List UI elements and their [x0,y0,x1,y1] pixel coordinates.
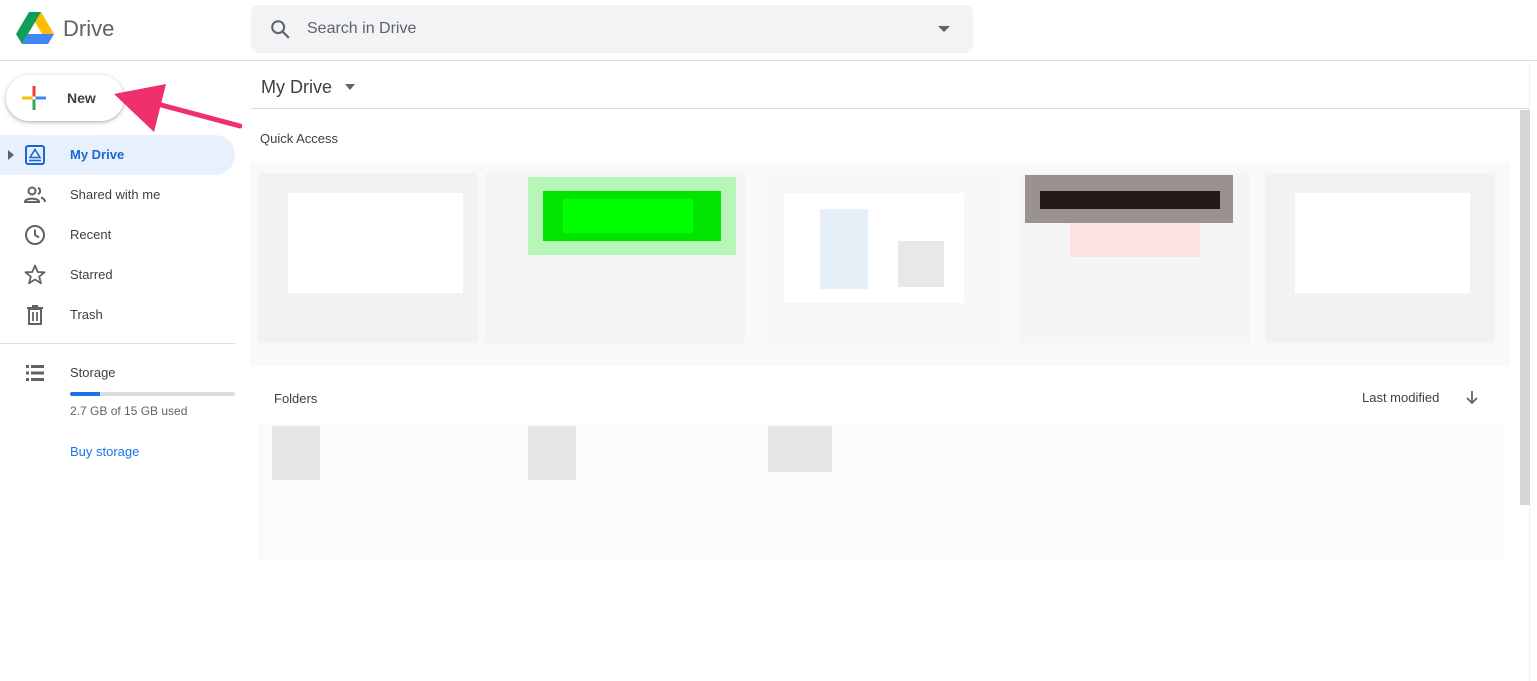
search-bar[interactable] [251,5,973,53]
thumbnail-blur [898,241,944,287]
sidebar-item-recent[interactable]: Recent [0,215,235,255]
my-drive-icon [25,145,45,165]
trash-icon [27,305,43,325]
page-title[interactable]: My Drive [261,77,332,98]
star-icon [24,264,46,285]
thumbnail-blur [1070,223,1200,257]
arrow-down-icon[interactable] [1463,388,1481,406]
sidebar-item-label: Recent [70,227,112,242]
quick-access-card[interactable] [485,173,745,343]
shared-with-me-icon [23,186,46,203]
sidebar-item-label: Starred [70,267,113,282]
folder-item[interactable] [768,426,832,472]
quick-access-card[interactable] [258,173,478,343]
thumbnail-blur [288,193,463,293]
quick-access-card[interactable] [1265,173,1495,343]
scrollbar-track[interactable] [1529,62,1537,681]
sidebar-item-label: Shared with me [70,187,161,202]
scrollbar-thumb[interactable] [1520,110,1530,505]
app-name[interactable]: Drive [63,16,114,42]
buy-storage-link[interactable]: Buy storage [70,444,139,459]
storage-usage-fill [70,392,100,396]
storage-icon [26,365,44,381]
thumbnail-blur [563,199,693,233]
search-input[interactable] [307,18,907,40]
search-options-caret-icon[interactable] [933,19,955,39]
top-bar: Drive [0,0,1537,61]
folders-grid [258,424,1503,560]
sidebar-item-label: Trash [70,307,103,322]
expand-arrow-icon[interactable] [7,149,15,161]
sidebar-item-shared-with-me[interactable]: Shared with me [0,175,235,215]
drive-logo-icon[interactable] [16,12,54,46]
thumbnail-blur [1040,191,1220,209]
quick-access-card[interactable] [1020,173,1250,343]
sidebar-divider [0,343,235,344]
thumbnail-blur [820,209,868,289]
storage-label: Storage [70,365,116,380]
folder-item[interactable] [528,426,576,480]
sidebar-item-starred[interactable]: Starred [0,255,235,295]
storage-usage-text: 2.7 GB of 15 GB used [70,404,188,418]
sidebar-item-label: My Drive [70,147,125,162]
new-button[interactable]: New [6,75,124,121]
folders-heading: Folders [274,391,318,406]
quick-access-heading: Quick Access [260,131,339,146]
main-divider [251,108,1537,109]
folder-item[interactable] [272,426,320,480]
new-button-label: New [67,90,96,106]
annotation-arrow [114,84,242,132]
quick-access-card[interactable] [770,173,1000,343]
clock-icon [25,225,45,245]
breadcrumb[interactable]: My Drive [261,75,356,99]
plus-icon [22,86,46,110]
thumbnail-blur [1295,193,1470,293]
storage-usage-bar [70,392,235,396]
quick-access-strip [250,163,1510,366]
sidebar-item-trash[interactable]: Trash [0,295,235,335]
sidebar-nav: My Drive Shared with me Recent Starred T… [0,135,235,335]
search-icon[interactable] [269,18,291,40]
sidebar-item-my-drive[interactable]: My Drive [0,135,235,175]
sort-by-button[interactable]: Last modified [1362,390,1439,405]
chevron-down-icon[interactable] [344,83,356,91]
